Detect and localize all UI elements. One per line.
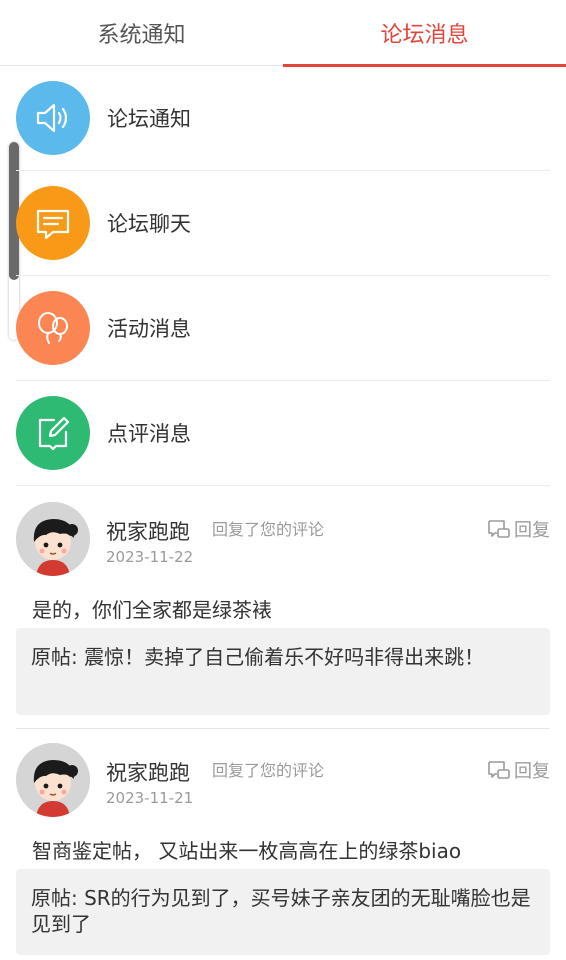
reply-icon bbox=[488, 761, 510, 779]
edit-icon bbox=[16, 396, 90, 470]
comment-author[interactable]: 祝家跑跑 bbox=[106, 757, 190, 787]
tab-system-notice[interactable]: 系统通知 bbox=[0, 0, 283, 66]
menu-item-review-messages[interactable]: 点评消息 bbox=[16, 381, 550, 486]
comment-action: 回复了您的评论 bbox=[212, 520, 325, 539]
menu-label: 点评消息 bbox=[107, 422, 191, 446]
avatar[interactable] bbox=[16, 502, 90, 576]
reply-button[interactable]: 回复 bbox=[487, 516, 550, 542]
balloon-icon bbox=[16, 291, 90, 365]
comment-author[interactable]: 祝家跑跑 bbox=[106, 516, 190, 546]
speaker-icon bbox=[16, 81, 90, 155]
comment-date: 2023-11-21 bbox=[106, 789, 194, 807]
menu-label: 活动消息 bbox=[107, 317, 191, 341]
menu-label: 论坛聊天 bbox=[107, 212, 191, 236]
divider bbox=[16, 728, 550, 729]
reply-label: 回复 bbox=[514, 761, 550, 782]
original-post[interactable]: 原帖: SR的行为见到了，买号妹子亲友团的无耻嘴脸也是见到了 bbox=[16, 869, 550, 955]
comment-item: 祝家跑跑 回复了您的评论 2023-11-22 回复 是的，你们全家都是绿茶裱 … bbox=[16, 502, 550, 716]
menu-item-forum-notice[interactable]: 论坛通知 bbox=[16, 66, 550, 171]
menu-item-activity-messages[interactable]: 活动消息 bbox=[16, 276, 550, 381]
comment-action: 回复了您的评论 bbox=[212, 761, 325, 780]
reply-label: 回复 bbox=[514, 520, 550, 541]
chat-icon bbox=[16, 186, 90, 260]
original-post[interactable]: 原帖: 震惊！卖掉了自己偷着乐不好吗非得出来跳！ bbox=[16, 628, 550, 715]
comment-item: 祝家跑跑 回复了您的评论 2023-11-21 回复 智商鉴定帖， 又站出来一枚… bbox=[16, 743, 550, 957]
reply-icon bbox=[488, 520, 510, 538]
menu-label: 论坛通知 bbox=[107, 107, 191, 131]
comment-text: 智商鉴定帖， 又站出来一枚高高在上的绿茶biao bbox=[32, 839, 462, 863]
avatar[interactable] bbox=[16, 743, 90, 817]
comment-date: 2023-11-22 bbox=[106, 548, 194, 566]
reply-button[interactable]: 回复 bbox=[487, 757, 550, 783]
tab-bar: 系统通知 论坛消息 bbox=[0, 0, 566, 67]
tab-forum-messages[interactable]: 论坛消息 bbox=[283, 0, 566, 67]
menu-item-forum-chat[interactable]: 论坛聊天 bbox=[16, 171, 550, 276]
comment-text: 是的，你们全家都是绿茶裱 bbox=[32, 598, 272, 622]
